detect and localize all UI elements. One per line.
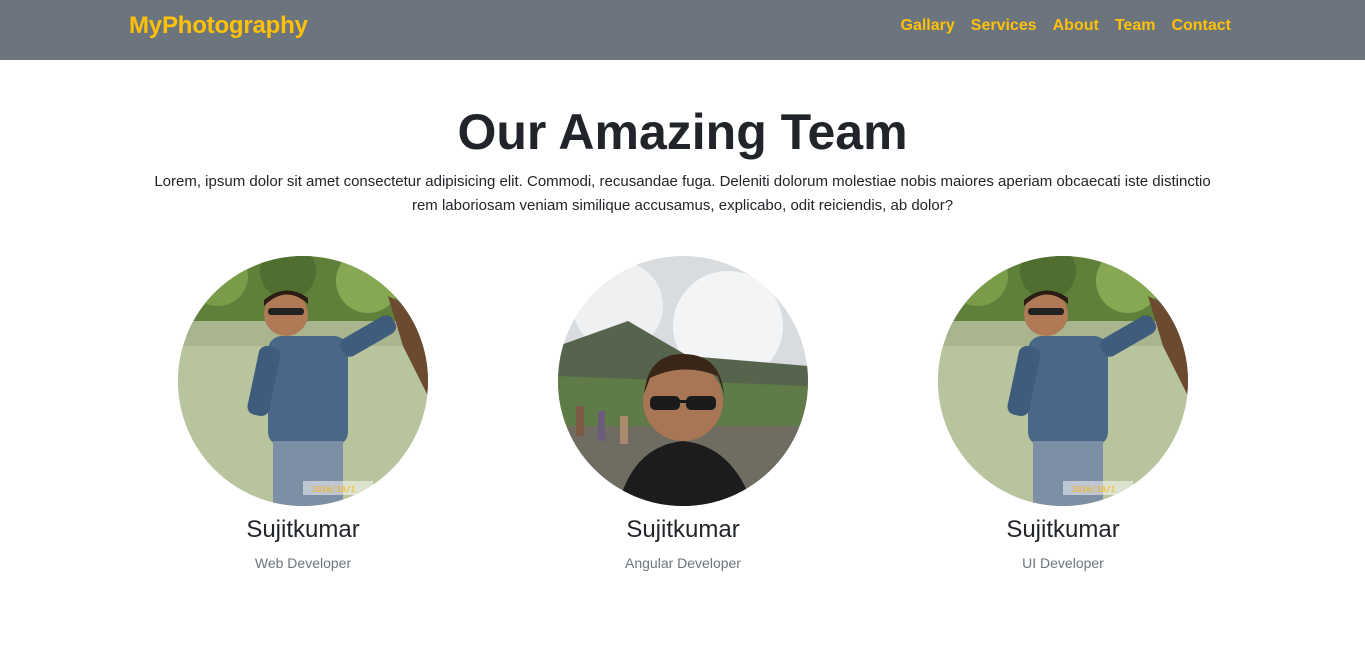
member-name: Sujitkumar	[246, 516, 360, 543]
team-member-card: 2016/10/1 Sujitkumar Web Developer	[178, 256, 428, 572]
nav-link-gallary[interactable]: Gallary	[901, 17, 955, 35]
page-title: Our Amazing Team	[457, 104, 908, 160]
member-photo: 2016/10/1	[178, 256, 428, 506]
lake-portrait-image	[938, 256, 1188, 506]
team-member-card: Sujitkumar Angular Developer	[558, 256, 808, 572]
nav-link-team[interactable]: Team	[1115, 17, 1156, 35]
nav-link-services[interactable]: Services	[971, 17, 1037, 35]
member-role: UI Developer	[1022, 555, 1104, 571]
member-role: Angular Developer	[625, 555, 741, 571]
team-member-card: 2016/10/1 Sujitkumar UI Developer	[938, 256, 1188, 572]
brand-logo[interactable]: MyPhotography	[129, 12, 308, 40]
member-role: Web Developer	[254, 555, 352, 571]
section-description: Lorem, ipsum dolor sit amet consectetur …	[154, 173, 1211, 214]
lake-portrait-image	[178, 256, 428, 506]
member-name: Sujitkumar	[1006, 516, 1120, 543]
photo-date-stamp: 2016/10/1	[312, 485, 356, 494]
photo-date-stamp: 2016/10/1	[1072, 485, 1116, 494]
member-photo: 2016/10/1	[938, 256, 1188, 506]
member-photo	[558, 256, 808, 506]
nav-link-about[interactable]: About	[1053, 17, 1099, 35]
nav-menu: Gallary Services About Team Contact	[901, 17, 1231, 35]
nav-link-contact[interactable]: Contact	[1171, 17, 1231, 35]
mountain-selfie-image	[558, 256, 808, 506]
member-name: Sujitkumar	[626, 516, 740, 543]
navbar: MyPhotography Gallary Services About Tea…	[0, 0, 1365, 60]
